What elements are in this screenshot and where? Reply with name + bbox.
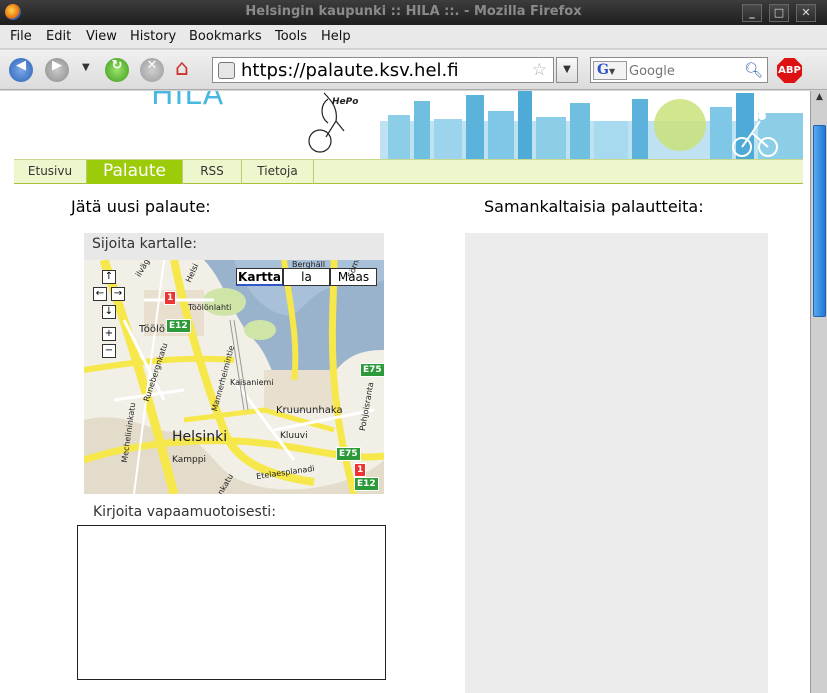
pan-down-button[interactable]: ↓ — [102, 305, 116, 319]
tab-tietoja[interactable]: Tietoja — [242, 160, 314, 184]
similar-feedback-heading: Samankaltaisia palautteita: — [484, 197, 704, 216]
map-place-toolonlahti: Töölönlahti — [188, 303, 232, 312]
close-button[interactable]: ✕ — [796, 4, 816, 22]
map-type-kartta[interactable]: Kartta — [236, 268, 283, 286]
tab-etusivu[interactable]: Etusivu — [14, 160, 87, 184]
scroll-up-icon[interactable]: ▲ — [813, 92, 826, 106]
road-shield: E75 — [360, 363, 384, 377]
menu-bar: File Edit View History Bookmarks Tools H… — [0, 25, 827, 49]
menu-file[interactable]: File — [10, 29, 32, 44]
adblock-plus-icon[interactable]: ABP — [777, 58, 802, 83]
vertical-scrollbar[interactable]: ▲ — [810, 91, 827, 693]
url-text[interactable]: https://palaute.ksv.hel.fi — [241, 60, 459, 81]
tab-rss[interactable]: RSS — [183, 160, 242, 184]
menu-view[interactable]: View — [86, 29, 117, 44]
search-engine-letter: G — [597, 62, 609, 78]
map-place-berghall: Berghäll — [292, 260, 326, 269]
map-place-kamppi: Kamppi — [172, 455, 206, 465]
hepo-tag: HePo — [332, 97, 359, 107]
map-place-kruununhaka: Kruununhaka — [276, 405, 343, 416]
free-text-label: Kirjoita vapaamuotoisesti: — [93, 504, 276, 520]
search-icon[interactable]: 🔍︎ — [744, 61, 763, 79]
free-text-input[interactable] — [77, 525, 386, 680]
search-bar[interactable]: G▼ 🔍︎ — [590, 57, 768, 83]
road-shield: E12 — [354, 477, 379, 491]
zoom-in-button[interactable]: + — [102, 327, 116, 341]
location-map[interactable]: Kartta la Maas ↑ ← → ↓ + − Helsinki Tööl… — [84, 260, 384, 494]
menu-bookmarks[interactable]: Bookmarks — [189, 29, 262, 44]
site-identity-icon[interactable] — [218, 62, 235, 79]
map-place-helsinki: Helsinki — [172, 429, 228, 445]
home-button[interactable]: ⌂ — [175, 56, 189, 81]
menu-edit[interactable]: Edit — [46, 29, 71, 44]
pan-up-button[interactable]: ↑ — [102, 270, 116, 284]
map-place-kaisaniemi: Kaisaniemi — [230, 378, 274, 387]
navigation-toolbar: ◀ ▶ ▼ ↻ ✕ ⌂ https://palaute.ksv.hel.fi ☆… — [0, 50, 827, 90]
map-label: Sijoita kartalle: — [92, 236, 198, 252]
window-title: Helsingin kaupunki :: HILA ::. - Mozilla… — [245, 4, 582, 19]
road-shield: 1 — [354, 463, 367, 477]
url-dropdown-button[interactable]: ▼ — [556, 57, 578, 83]
history-dropdown-icon[interactable]: ▼ — [82, 62, 90, 73]
url-bar[interactable]: https://palaute.ksv.hel.fi ☆ — [212, 57, 554, 83]
bookmark-star-icon[interactable]: ☆ — [532, 60, 547, 80]
search-input[interactable] — [629, 62, 739, 80]
pan-right-button[interactable]: → — [111, 287, 125, 301]
map-place-toolo: Töölö — [139, 324, 165, 335]
menu-history[interactable]: History — [130, 29, 176, 44]
tab-palaute[interactable]: Palaute — [87, 160, 183, 184]
forward-button[interactable]: ▶ — [45, 58, 69, 82]
stop-button[interactable]: ✕ — [140, 58, 164, 82]
maximize-button[interactable]: □ — [769, 4, 789, 22]
road-shield: 1 — [164, 291, 177, 305]
site-header-banner: HILA HePo — [16, 91, 803, 159]
back-button[interactable]: ◀ — [9, 58, 33, 82]
site-logo[interactable]: HILA — [151, 91, 224, 112]
similar-feedback-panel — [465, 233, 768, 693]
map-section: Sijoita kartalle: Kartta la Maas ↑ ← → ↓… — [84, 233, 384, 494]
minimize-button[interactable]: _ — [742, 4, 762, 22]
pan-left-button[interactable]: ← — [93, 287, 107, 301]
reload-button[interactable]: ↻ — [105, 58, 129, 82]
road-shield: E12 — [166, 319, 191, 333]
new-feedback-heading: Jätä uusi palaute: — [71, 197, 211, 216]
scrollbar-thumb[interactable] — [813, 125, 826, 317]
city-skyline-illustration — [380, 91, 803, 159]
zoom-out-button[interactable]: − — [102, 344, 116, 358]
map-type-satellite[interactable]: la — [283, 268, 330, 286]
search-engine-icon[interactable]: G▼ — [593, 61, 627, 80]
menu-help[interactable]: Help — [321, 29, 351, 44]
title-bar: Helsingin kaupunki :: HILA ::. - Mozilla… — [0, 0, 827, 25]
road-shield: E75 — [336, 447, 361, 461]
page-content: HILA HePo Etusivu Palaute RSS Tietoja Jä… — [0, 91, 810, 693]
map-place-kluuvi: Kluuvi — [280, 431, 308, 441]
browser-window: Helsingin kaupunki :: HILA ::. - Mozilla… — [0, 0, 827, 693]
menu-tools[interactable]: Tools — [275, 29, 307, 44]
site-nav-tabs: Etusivu Palaute RSS Tietoja — [14, 159, 803, 184]
